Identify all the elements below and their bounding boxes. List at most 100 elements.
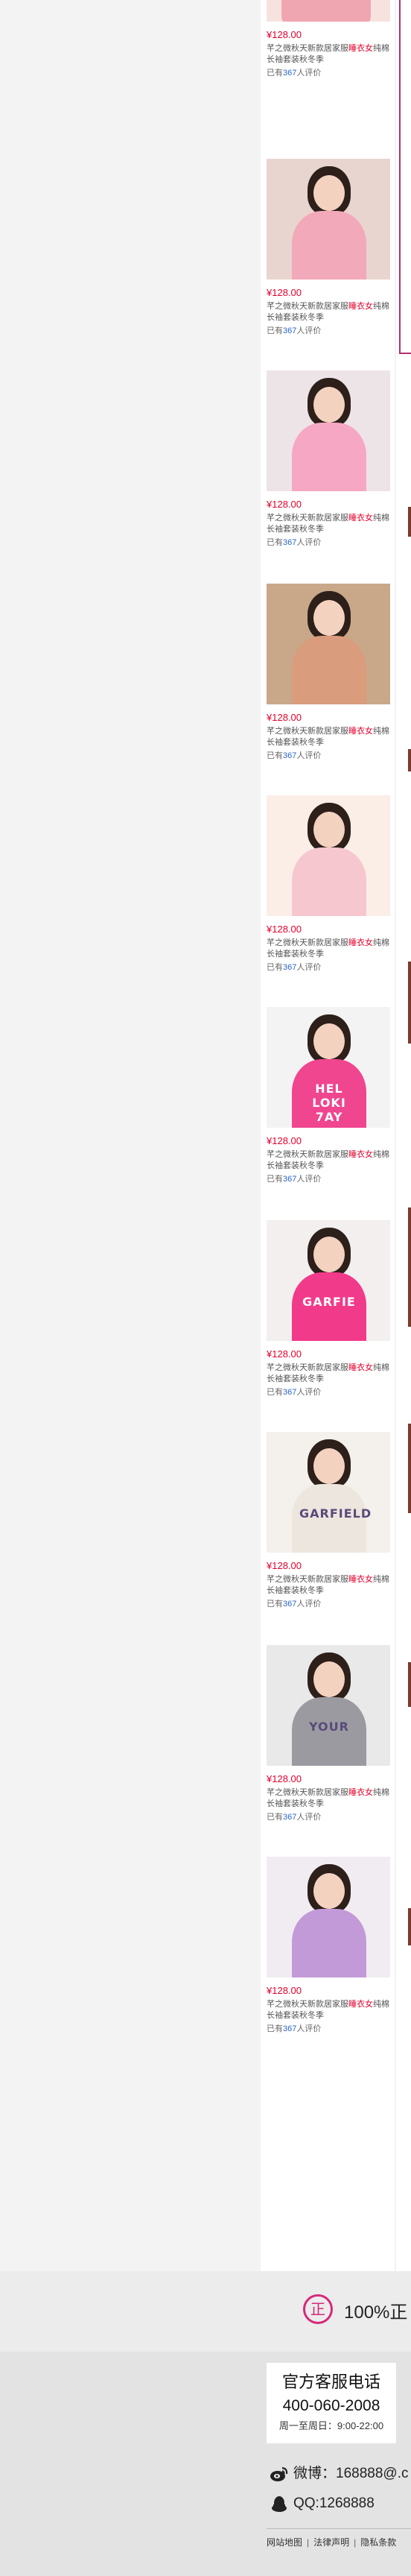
review-prefix: 已有 <box>267 963 283 972</box>
review-count[interactable]: 367 <box>283 69 296 78</box>
model-face <box>313 1448 345 1484</box>
model-face <box>313 600 345 636</box>
weibo-text: 微博：168888@.c <box>293 2466 409 2481</box>
authentic-guarantee-icon: 正 <box>303 2294 333 2324</box>
review-count[interactable]: 367 <box>283 1388 296 1397</box>
product-card[interactable]: ¥128.00 芊之微秋天新款居家服睡衣女纯棉长袖套装秋冬季 已有367人评价 <box>267 159 390 369</box>
weibo-link[interactable]: 微博：168888@.c <box>270 2464 408 2484</box>
product-card[interactable]: GARFIE ¥128.00 芊之微秋天新款居家服睡衣女纯棉长袖套装秋冬季 已有367… <box>267 1220 390 1430</box>
product-card[interactable]: ¥128.00 芊之微秋天新款居家服睡衣女纯棉长袖套装秋冬季 已有367人评价 <box>267 795 390 1006</box>
product-title[interactable]: 芊之微秋天新款居家服睡衣女纯棉长袖套装秋冬季 <box>267 1149 390 1172</box>
footer-separator: | <box>354 2537 357 2548</box>
product-title-keyword: 睡衣女 <box>348 44 373 53</box>
product-image[interactable]: HEL LOKI 7AY <box>267 1007 390 1128</box>
model-face <box>313 175 345 211</box>
model-face <box>313 1661 345 1697</box>
review-count-line: 已有367人评价 <box>267 2024 390 2035</box>
product-title[interactable]: 芊之微秋天新款居家服睡衣女纯棉长袖套装秋冬季 <box>267 726 390 748</box>
product-card[interactable]: ¥128.00 芊之微秋天新款居家服睡衣女纯棉长袖套装秋冬季 已有367人评价 <box>267 0 390 161</box>
review-count[interactable]: 367 <box>283 538 296 547</box>
service-title: 官方客服电话 <box>281 2373 380 2391</box>
review-count[interactable]: 367 <box>283 963 296 972</box>
product-title[interactable]: 芊之微秋天新款居家服睡衣女纯棉长袖套装秋冬季 <box>267 1574 390 1597</box>
product-title[interactable]: 芊之微秋天新款居家服睡衣女纯棉长袖套装秋冬季 <box>267 1363 390 1385</box>
weibo-icon <box>270 2466 289 2482</box>
qq-text: QQ:1268888 <box>293 2496 375 2511</box>
product-title-keyword: 睡衣女 <box>348 2000 373 2009</box>
review-count[interactable]: 367 <box>283 751 296 760</box>
review-count[interactable]: 367 <box>283 1813 296 1822</box>
product-card[interactable]: GARFIELD ¥128.00 芊之微秋天新款居家服睡衣女纯棉长袖套装秋冬季已有3… <box>267 1432 390 1642</box>
qq-penguin-icon <box>270 2496 289 2512</box>
pajama-garment <box>292 847 366 916</box>
review-suffix: 人评价 <box>296 538 322 547</box>
footer-links: 网站地图 | 法律声明 | 隐私条款 <box>267 2534 396 2551</box>
review-count[interactable]: 367 <box>283 1175 296 1184</box>
product-image[interactable] <box>267 0 390 22</box>
review-prefix: 已有 <box>267 1600 283 1609</box>
footer-link-privacy[interactable]: 隐私条款 <box>360 2537 396 2548</box>
product-title-text: 芊之微秋天新款居家服 <box>267 302 348 311</box>
product-title-keyword: 睡衣女 <box>348 514 373 523</box>
pajama-garment <box>281 0 371 22</box>
product-image[interactable]: GARFIE <box>267 1220 390 1341</box>
review-suffix: 人评价 <box>296 1600 322 1609</box>
highlight-border <box>399 0 401 354</box>
review-count-line: 已有367人评价 <box>267 1174 390 1185</box>
product-image[interactable] <box>267 795 390 916</box>
footer-link-legal[interactable]: 法律声明 <box>313 2537 349 2548</box>
adjacent-column-edge <box>408 507 411 537</box>
product-title-text: 芊之微秋天新款居家服 <box>267 2000 348 2009</box>
adjacent-column-edge <box>408 1424 411 1513</box>
product-card[interactable]: ¥128.00 芊之微秋天新款居家服睡衣女纯棉长袖套装秋冬季 已有367人评价 <box>267 1857 390 2067</box>
review-suffix: 人评价 <box>296 326 322 335</box>
model-face <box>313 812 345 847</box>
qq-link[interactable]: QQ:1268888 <box>270 2494 375 2513</box>
product-title[interactable]: 芊之微秋天新款居家服睡衣女纯棉长袖套装秋冬季 <box>267 513 390 535</box>
adjacent-column-edge <box>408 749 411 771</box>
customer-service-box: 官方客服电话 400-060-2008 周一至周日：9:00-22:00 <box>267 2363 396 2443</box>
product-title[interactable]: 芊之微秋天新款居家服睡衣女纯棉长袖套装秋冬季 <box>267 301 390 323</box>
review-suffix: 人评价 <box>296 69 322 78</box>
review-suffix: 人评价 <box>296 2024 322 2033</box>
product-image[interactable] <box>267 370 390 491</box>
product-title[interactable]: 芊之微秋天新款居家服睡衣女纯棉长袖套装秋冬季 <box>267 1999 390 2021</box>
review-suffix: 人评价 <box>296 1388 322 1397</box>
product-image[interactable] <box>267 1857 390 1977</box>
product-card[interactable]: HEL LOKI 7AY ¥128.00 芊之微秋天新款居家服睡衣女纯棉长袖套装秋冬… <box>267 1007 390 1217</box>
product-price: ¥128.00 <box>267 1560 302 1571</box>
product-image[interactable] <box>267 584 390 704</box>
product-price: ¥128.00 <box>267 29 302 40</box>
review-count-line: 已有367人评价 <box>267 537 390 549</box>
highlight-border-bottom <box>399 353 411 354</box>
service-phone[interactable]: 400-060-2008 <box>267 2396 396 2416</box>
footer-link-sitemap[interactable]: 网站地图 <box>267 2537 302 2548</box>
adjacent-column-edge <box>408 962 411 1044</box>
pajama-garment <box>292 636 366 704</box>
product-image[interactable]: GARFIELD <box>267 1432 390 1553</box>
product-title-keyword: 睡衣女 <box>348 727 373 736</box>
product-title[interactable]: 芊之微秋天新款居家服睡衣女纯棉长袖套装秋冬季 <box>267 938 390 960</box>
product-image[interactable] <box>267 159 390 280</box>
product-title[interactable]: 芊之微秋天新款居家服睡衣女纯棉长袖套装秋冬季 <box>267 1787 390 1810</box>
review-prefix: 已有 <box>267 326 283 335</box>
review-suffix: 人评价 <box>296 963 322 972</box>
product-title-text: 芊之微秋天新款居家服 <box>267 44 348 53</box>
product-title-keyword: 睡衣女 <box>348 1363 373 1372</box>
product-image[interactable]: YOUR <box>267 1645 390 1766</box>
model-face <box>313 387 345 423</box>
adjacent-column-edge <box>408 1208 411 1327</box>
review-count[interactable]: 367 <box>283 326 296 335</box>
review-count-line: 已有367人评价 <box>267 962 390 973</box>
product-price: ¥128.00 <box>267 712 302 723</box>
review-count[interactable]: 367 <box>283 2024 296 2033</box>
adjacent-column-edge <box>408 1662 411 1707</box>
review-count-line: 已有367人评价 <box>267 326 390 337</box>
product-card[interactable]: ¥128.00 芊之微秋天新款居家服睡衣女纯棉长袖套装秋冬季 已有367人评价 <box>267 370 390 581</box>
product-title[interactable]: 芊之微秋天新款居家服睡衣女纯棉长袖套装秋冬季 <box>267 43 390 66</box>
product-title-text: 芊之微秋天新款居家服 <box>267 1575 348 1584</box>
product-card[interactable]: YOUR ¥128.00 芊之微秋天新款居家服睡衣女纯棉长袖套装秋冬季 已有367人评… <box>267 1645 390 1855</box>
product-card[interactable]: ¥128.00 芊之微秋天新款居家服睡衣女纯棉长袖套装秋冬季 已有367人评价 <box>267 584 390 794</box>
product-price: ¥128.00 <box>267 1773 302 1784</box>
review-count[interactable]: 367 <box>283 1600 296 1609</box>
